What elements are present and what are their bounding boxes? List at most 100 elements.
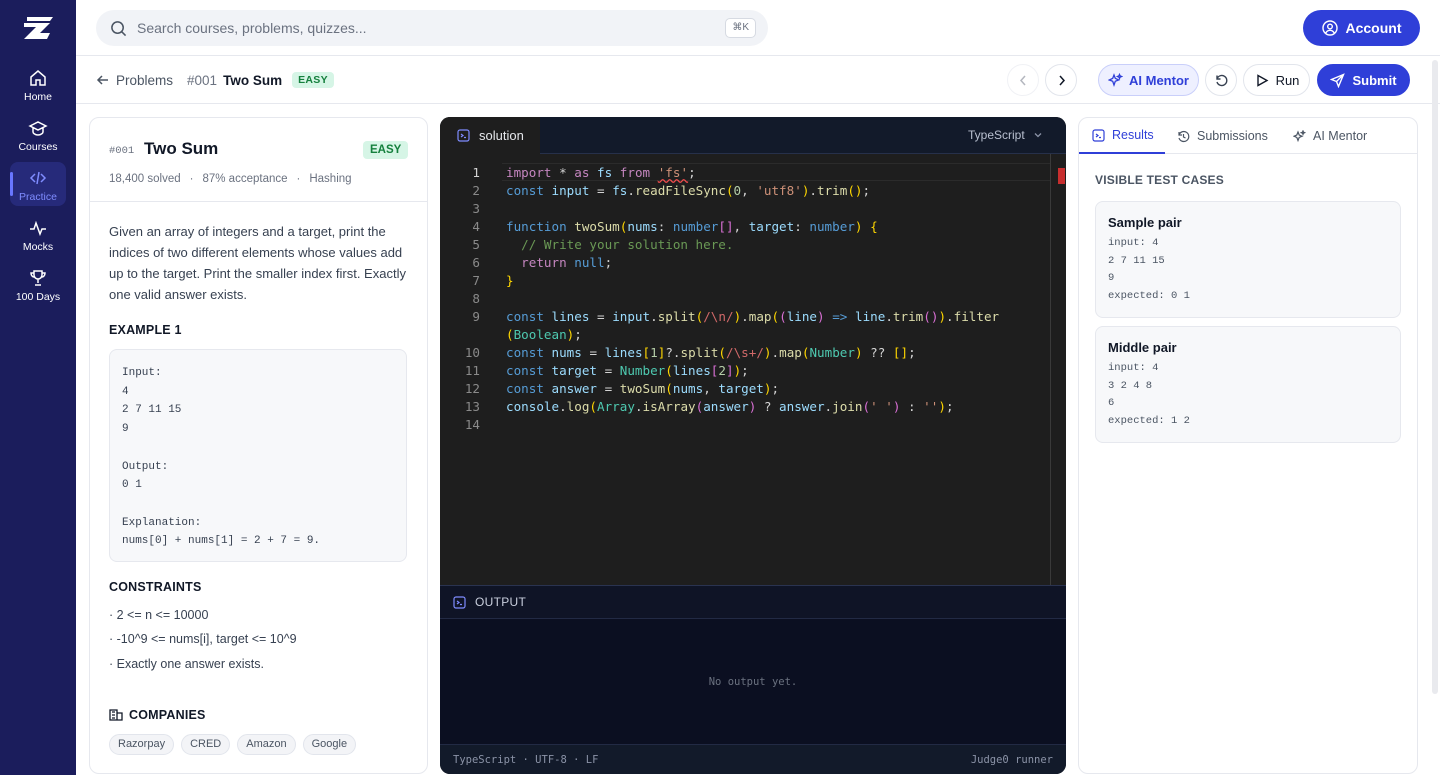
- sidebar-item-courses[interactable]: Courses: [10, 112, 66, 156]
- difficulty-badge: EASY: [363, 141, 409, 159]
- companies-heading: COMPANIES: [109, 708, 206, 722]
- run-button[interactable]: Run: [1243, 64, 1310, 96]
- code-area[interactable]: 1 2 3 4 5 6 7 8 9 10 11 12 13 14 import …: [440, 154, 1066, 585]
- language-select-value: TypeScript: [968, 128, 1025, 142]
- line-number: 8: [472, 291, 480, 306]
- code-line: return null;: [521, 255, 613, 270]
- editor-overview-ruler: [1050, 154, 1051, 585]
- code-line: console.log(Array.isArray(answer) ? answ…: [506, 399, 954, 414]
- company-tag[interactable]: Google: [302, 734, 357, 755]
- account-label: Account: [1345, 20, 1402, 36]
- tab-submissions-label: Submissions: [1197, 129, 1268, 143]
- trophy-icon: [30, 270, 46, 286]
- line-number: 5: [472, 237, 480, 252]
- company-tags: Razorpay CRED Amazon Google: [109, 734, 363, 755]
- chevron-right-icon: [1058, 75, 1065, 85]
- previous-problem-button[interactable]: [1007, 64, 1039, 96]
- test-case-card[interactable]: Sample pair input: 4 2 7 11 15 9 expecte…: [1095, 201, 1401, 318]
- constraints-heading: CONSTRAINTS: [109, 580, 202, 594]
- test-case-body: input: 4 3 2 4 8 6 expected: 1 2: [1108, 362, 1190, 427]
- solved-count: 18,400 solved: [109, 173, 181, 185]
- arrow-left-icon[interactable]: [96, 73, 110, 87]
- account-button[interactable]: Account: [1303, 10, 1420, 46]
- tab-results-label: Results: [1112, 128, 1154, 142]
- line-number: 11: [464, 363, 480, 378]
- tab-submissions[interactable]: Submissions: [1177, 118, 1268, 154]
- toolbar-divider: [76, 103, 1440, 104]
- chevron-left-icon: [1019, 75, 1026, 85]
- building-icon: [109, 709, 123, 721]
- tab-ai-mentor[interactable]: AI Mentor: [1293, 118, 1367, 154]
- company-tag[interactable]: CRED: [181, 734, 231, 755]
- next-problem-button[interactable]: [1045, 64, 1077, 96]
- sidebar: Home Courses Practice Mocks 100 Days: [0, 0, 76, 775]
- reset-code-button[interactable]: [1205, 64, 1237, 96]
- editor-status-bar: TypeScript · UTF-8 · LF Judge0 runner: [440, 744, 1066, 774]
- error-marker[interactable]: [1058, 168, 1065, 184]
- send-icon: [1330, 72, 1346, 88]
- terminal-icon: [453, 595, 466, 609]
- tab-solution[interactable]: solution: [440, 117, 540, 154]
- sparkles-icon: [1108, 72, 1124, 87]
- sidebar-item-mocks[interactable]: Mocks: [10, 212, 66, 256]
- breadcrumb-problems-link[interactable]: Problems: [116, 73, 173, 88]
- chevron-down-icon: [1034, 133, 1042, 138]
- page-scrollbar[interactable]: [1432, 60, 1438, 694]
- code-line: const nums = lines[1]?.split(/\s+/).map(…: [506, 345, 916, 360]
- line-number: 7: [472, 273, 480, 288]
- language-select[interactable]: TypeScript: [968, 128, 1043, 142]
- problem-number: #001: [109, 145, 135, 157]
- results-panel: Results Submissions AI Mentor VISIBLE TE…: [1078, 117, 1418, 774]
- test-case-card[interactable]: Middle pair input: 4 3 2 4 8 6 expected:…: [1095, 326, 1401, 443]
- search-bar[interactable]: ⌘K: [96, 10, 768, 46]
- example-heading: EXAMPLE 1: [109, 323, 182, 337]
- problem-header: #001 Two Sum EASY 18,400 solved · 87% ac…: [90, 118, 427, 202]
- sidebar-item-practice[interactable]: Practice: [10, 162, 66, 206]
- tab-ai-mentor-label: AI Mentor: [1313, 129, 1368, 143]
- breadcrumb: Problems #001 Two Sum EASY: [96, 70, 334, 90]
- line-number: 6: [472, 255, 480, 270]
- output-placeholder: No output yet.: [708, 675, 798, 688]
- separator: ·: [296, 173, 301, 185]
- test-cases-heading: VISIBLE TEST CASES: [1095, 173, 1224, 187]
- line-number: 9: [472, 309, 480, 324]
- ai-mentor-label: AI Mentor: [1129, 72, 1189, 88]
- problem-title: Two Sum: [144, 139, 219, 158]
- line-number: 12: [464, 381, 480, 396]
- submit-label: Submit: [1352, 72, 1397, 88]
- line-number: 14: [464, 417, 480, 432]
- brand-logo[interactable]: [24, 17, 53, 39]
- code-line: const target = Number(lines[2]);: [506, 363, 749, 378]
- search-input[interactable]: [137, 20, 697, 36]
- company-tag[interactable]: Razorpay: [109, 734, 175, 755]
- sidebar-item-home[interactable]: Home: [10, 62, 66, 106]
- sidebar-item-100-days[interactable]: 100 Days: [10, 262, 66, 306]
- problem-description: Given an array of integers and a target,…: [109, 224, 406, 302]
- test-case-name: Middle pair: [1108, 340, 1177, 355]
- submit-button[interactable]: Submit: [1317, 64, 1410, 96]
- line-number: 3: [472, 201, 480, 216]
- test-case-name: Sample pair: [1108, 215, 1182, 230]
- history-icon: [1178, 130, 1190, 142]
- code-line: const input = fs.readFileSync(0, 'utf8')…: [506, 183, 871, 198]
- ai-mentor-button[interactable]: AI Mentor: [1098, 64, 1199, 96]
- line-number: 1: [472, 165, 480, 180]
- separator: ·: [189, 173, 194, 185]
- output-header: OUTPUT: [440, 585, 1066, 619]
- code-line: const answer = twoSum(nums, target);: [506, 381, 780, 396]
- tab-results[interactable]: Results: [1079, 118, 1165, 154]
- code-line: const lines = input.split(/\n/).map((lin…: [506, 309, 1000, 324]
- problem-panel: #001 Two Sum EASY 18,400 solved · 87% ac…: [89, 117, 428, 774]
- sparkles-icon: [1293, 129, 1306, 142]
- reset-icon: [1215, 74, 1227, 86]
- status-runner: Judge0 runner: [970, 754, 1053, 766]
- code-line: import * as fs from 'fs';: [506, 165, 696, 180]
- acceptance-rate: 87% acceptance: [202, 173, 288, 185]
- search-shortcut-hint: ⌘K: [725, 18, 756, 38]
- status-language: TypeScript · UTF-8 · LF: [453, 754, 599, 766]
- problem-meta: 18,400 solved · 87% acceptance · Hashing: [109, 173, 352, 185]
- home-icon: [30, 70, 46, 86]
- company-tag[interactable]: Amazon: [237, 734, 296, 755]
- line-number: 2: [472, 183, 480, 198]
- output-title: OUTPUT: [475, 595, 527, 609]
